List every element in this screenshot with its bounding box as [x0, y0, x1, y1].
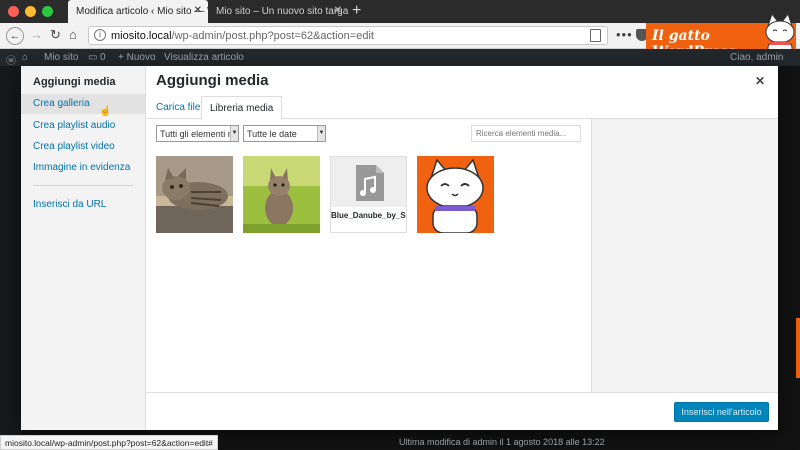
close-icon[interactable]: ✕: [755, 74, 765, 88]
attachment-details-sidebar: [591, 119, 778, 392]
admin-bar-new[interactable]: + Nuovo: [118, 52, 156, 63]
media-toolbar: Inserisci nell'articolo: [146, 392, 778, 430]
lucky-cat-image: [417, 156, 494, 233]
back-arrow-icon[interactable]: ←: [6, 27, 24, 45]
menu-item-create-audio-playlist[interactable]: Crea playlist audio: [21, 116, 145, 136]
media-router: Carica file Libreria media: [146, 96, 778, 120]
mouse-pointer-icon: ☝: [99, 106, 112, 117]
close-tab-icon[interactable]: ✕: [334, 5, 342, 16]
decorative-strip: [796, 318, 800, 378]
new-tab-icon[interactable]: +: [352, 2, 361, 20]
wp-admin-bar: ⓦ ⌂ Mio sito ▭ 0 + Nuovo Visualizza arti…: [0, 49, 800, 67]
tab-upload-files[interactable]: Carica file: [148, 96, 208, 120]
admin-bar-site-name[interactable]: Mio sito: [44, 52, 78, 63]
background-last-edit: Ultima modifica di admin il 1 agosto 201…: [399, 437, 605, 447]
attachment-audio[interactable]: Blue_Danube_by_Strauss.mp3: [330, 156, 407, 233]
audio-file-icon: [356, 165, 384, 201]
attachment-thumbnail[interactable]: [417, 156, 494, 233]
browser-tab-bar: Modifica articolo ‹ Mio sito — Word ✕ Mi…: [0, 0, 800, 23]
browser-status-bar: miosito.local/wp-admin/post.php?post=62&…: [0, 435, 218, 450]
url-text: miosito.local/wp-admin/post.php?post=62&…: [111, 30, 374, 42]
attachment-thumbnail[interactable]: [156, 156, 233, 233]
window-controls: [8, 6, 53, 17]
close-window-button[interactable]: [8, 6, 19, 17]
kitten-photo-image: [243, 156, 320, 233]
attachment-filename: Blue_Danube_by_Strauss.mp3: [331, 207, 406, 232]
address-bar[interactable]: i miosito.local/wp-admin/post.php?post=6…: [88, 26, 608, 45]
admin-bar-view-post[interactable]: Visualizza articolo: [164, 52, 244, 63]
cat-photo-image: [156, 156, 233, 233]
comments-count: 0: [100, 52, 106, 63]
wordpress-logo-icon[interactable]: ⓦ: [6, 52, 16, 67]
forward-arrow-icon[interactable]: →: [30, 27, 43, 42]
tab-title: Mio sito – Un nuovo sito targato Wo: [216, 6, 348, 17]
more-actions-icon[interactable]: •••: [616, 27, 633, 42]
dropdown-arrow-icon: ▼: [317, 126, 325, 141]
media-search-input[interactable]: [471, 125, 581, 142]
maximize-window-button[interactable]: [42, 6, 53, 17]
media-modal: Aggiungi media Crea galleria Crea playli…: [21, 66, 778, 430]
dropdown-arrow-icon: ▼: [230, 126, 238, 141]
attachment-thumbnail[interactable]: [243, 156, 320, 233]
browser-tab[interactable]: Mio sito – Un nuovo sito targato Wo ✕: [208, 0, 348, 23]
home-icon: ⌂: [22, 52, 29, 63]
menu-item-create-gallery[interactable]: Crea galleria: [21, 94, 145, 114]
info-icon[interactable]: i: [94, 29, 106, 41]
home-icon[interactable]: ⌂: [69, 27, 77, 42]
close-tab-icon[interactable]: ✕: [194, 5, 202, 16]
insert-into-post-button[interactable]: Inserisci nell'articolo: [674, 402, 769, 422]
tab-title: Modifica articolo ‹ Mio sito — Word: [76, 6, 208, 17]
tab-media-library[interactable]: Libreria media: [201, 96, 283, 120]
reader-view-icon[interactable]: [590, 29, 601, 42]
filter-date-select[interactable]: Tutte le date ▼: [243, 125, 326, 142]
menu-item-insert-from-url[interactable]: Inserisci da URL: [21, 195, 145, 215]
minimize-window-button[interactable]: [25, 6, 36, 17]
filter-type-select[interactable]: Tutti gli elementi m ▼: [156, 125, 239, 142]
reload-icon[interactable]: ↻: [50, 27, 61, 43]
comments-icon[interactable]: ▭: [88, 52, 97, 63]
modal-title: Aggiungi media: [156, 72, 269, 89]
media-menu: Aggiungi media Crea galleria Crea playli…: [21, 66, 146, 430]
menu-item-create-video-playlist[interactable]: Crea playlist video: [21, 137, 145, 157]
menu-item-featured-image[interactable]: Immagine in evidenza: [21, 158, 145, 178]
media-menu-title[interactable]: Aggiungi media: [33, 76, 116, 88]
menu-separator: [33, 185, 133, 186]
admin-bar-greeting[interactable]: Ciao, admin: [730, 52, 783, 63]
browser-tab-active[interactable]: Modifica articolo ‹ Mio sito — Word ✕: [68, 0, 208, 23]
attachments-browser: Tutti gli elementi m ▼ Tutte le date ▼ R…: [146, 119, 591, 392]
